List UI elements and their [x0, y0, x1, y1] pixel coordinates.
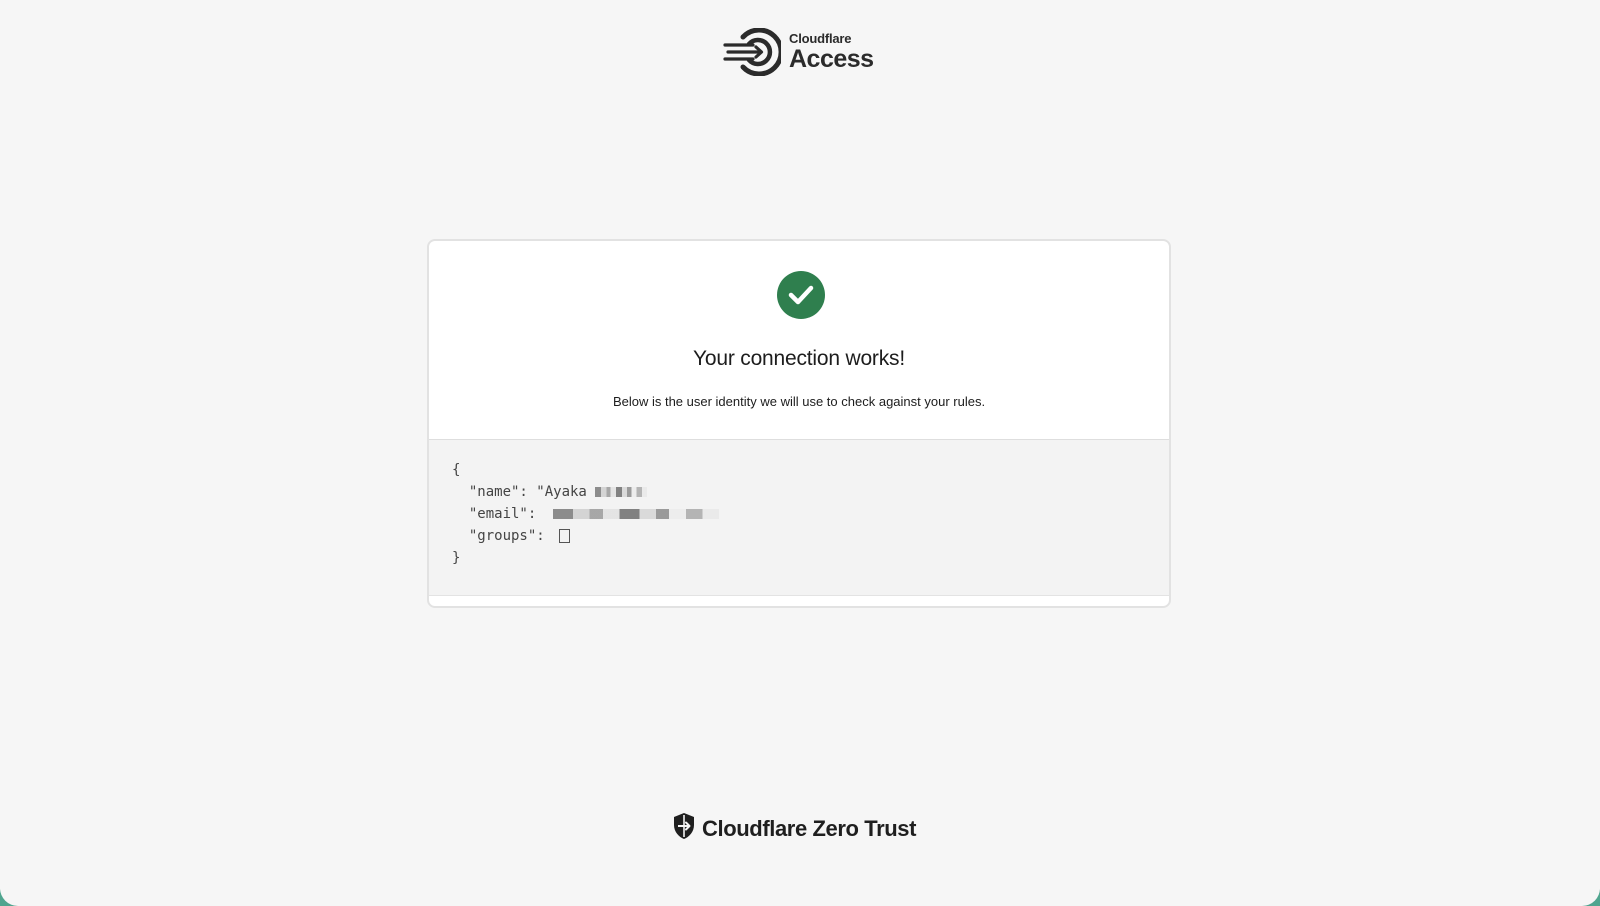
card-title: Your connection works!	[693, 347, 905, 370]
logo-brand-big: Access	[789, 45, 874, 73]
card-subtitle: Below is the user identity we will use t…	[612, 394, 986, 409]
check-circle-icon	[777, 271, 825, 319]
logo-brand-small: Cloudflare	[789, 31, 852, 46]
json-email-text: "email":	[452, 506, 545, 522]
json-email-line: "email":	[452, 506, 719, 522]
empty-array-glyph-icon	[559, 529, 571, 543]
cloudflare-access-logo-icon	[723, 28, 781, 76]
json-close-brace: }	[452, 550, 461, 566]
page: Cloudflare Access Your connection works!…	[0, 0, 1600, 906]
json-name-text: "name": "Ayaka	[452, 484, 587, 500]
identity-card: Your connection works! Below is the user…	[427, 239, 1171, 608]
json-name-line: "name": "Ayaka	[452, 484, 647, 500]
footer-brand-text: Cloudflare Zero Trust	[702, 815, 917, 841]
redacted-email	[552, 509, 719, 519]
json-groups-line: "groups":	[452, 528, 571, 544]
identity-json: { "name": "Ayaka "email": "groups": }	[429, 440, 1169, 596]
redacted-name	[594, 487, 647, 497]
json-groups-text: "groups":	[452, 528, 554, 544]
card-header: Your connection works! Below is the user…	[429, 241, 1169, 440]
cloudflare-access-logo: Cloudflare Access	[723, 28, 874, 76]
json-open-brace: {	[452, 462, 461, 478]
zero-trust-shield-icon	[672, 812, 696, 845]
footer-brand: Cloudflare Zero Trust	[672, 812, 916, 845]
